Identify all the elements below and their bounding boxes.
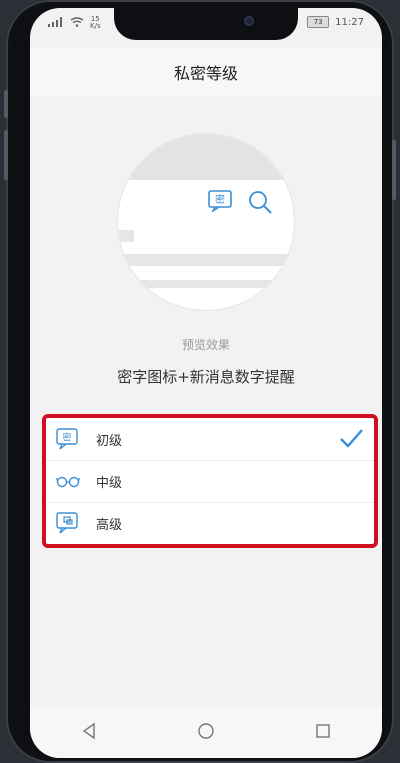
preview-line	[118, 254, 294, 266]
camera-icon	[244, 16, 254, 26]
level-option-advanced[interactable]: 高级	[46, 502, 374, 544]
preview-description: 密字图标+新消息数字提醒	[117, 368, 295, 386]
preview-caption: 预览效果	[181, 338, 230, 352]
net-speed-unit: K/s	[90, 22, 101, 30]
preview-line	[118, 280, 294, 288]
screen: 15 K/s 73 11:27 私密等级 密 预览效果 密字图标+新消息数字提醒…	[30, 8, 382, 758]
level-label-medium: 中级	[96, 475, 123, 491]
network-speed: 15 K/s	[90, 16, 101, 30]
level-option-basic[interactable]: 密 初级	[46, 418, 374, 461]
level-label-advanced: 高级	[96, 517, 123, 533]
phone-frame: 15 K/s 73 11:27 私密等级 密 预览效果 密字图标+新消息数字提醒…	[4, 0, 396, 763]
glasses-icon	[55, 469, 81, 493]
back-icon[interactable]	[80, 722, 98, 744]
notch	[114, 8, 298, 40]
svg-text:密: 密	[62, 432, 71, 444]
preview-area: 密 预览效果 密字图标+新消息数字提醒	[30, 96, 382, 416]
volume-button-top	[4, 90, 8, 118]
signal-icon	[48, 16, 64, 30]
preview-topbar	[118, 134, 294, 180]
volume-button-bottom	[4, 130, 8, 180]
wifi-icon	[70, 16, 84, 30]
secret-chat-icon: 密	[208, 190, 232, 218]
preview-line	[118, 230, 134, 242]
checkmark-icon	[338, 426, 364, 452]
svg-text:密: 密	[215, 193, 225, 206]
secret-chat-icon: 密	[56, 427, 80, 451]
preview-circle: 密	[118, 134, 294, 310]
privacy-level-list: 密 初级 中级 高级	[42, 414, 378, 548]
page-title-text: 私密等级	[173, 64, 238, 83]
message-square-icon	[56, 511, 80, 535]
battery-icon: 73	[307, 16, 330, 28]
home-icon[interactable]	[197, 722, 215, 744]
recents-icon[interactable]	[314, 722, 332, 744]
search-icon	[248, 190, 272, 218]
level-option-medium[interactable]: 中级	[46, 460, 374, 503]
page-title: 私密等级	[30, 48, 382, 96]
status-time: 11:27	[335, 16, 364, 28]
system-nav-bar	[30, 708, 382, 758]
level-label-basic: 初级	[96, 433, 123, 449]
power-button	[392, 140, 396, 200]
battery-level: 73	[313, 18, 323, 26]
